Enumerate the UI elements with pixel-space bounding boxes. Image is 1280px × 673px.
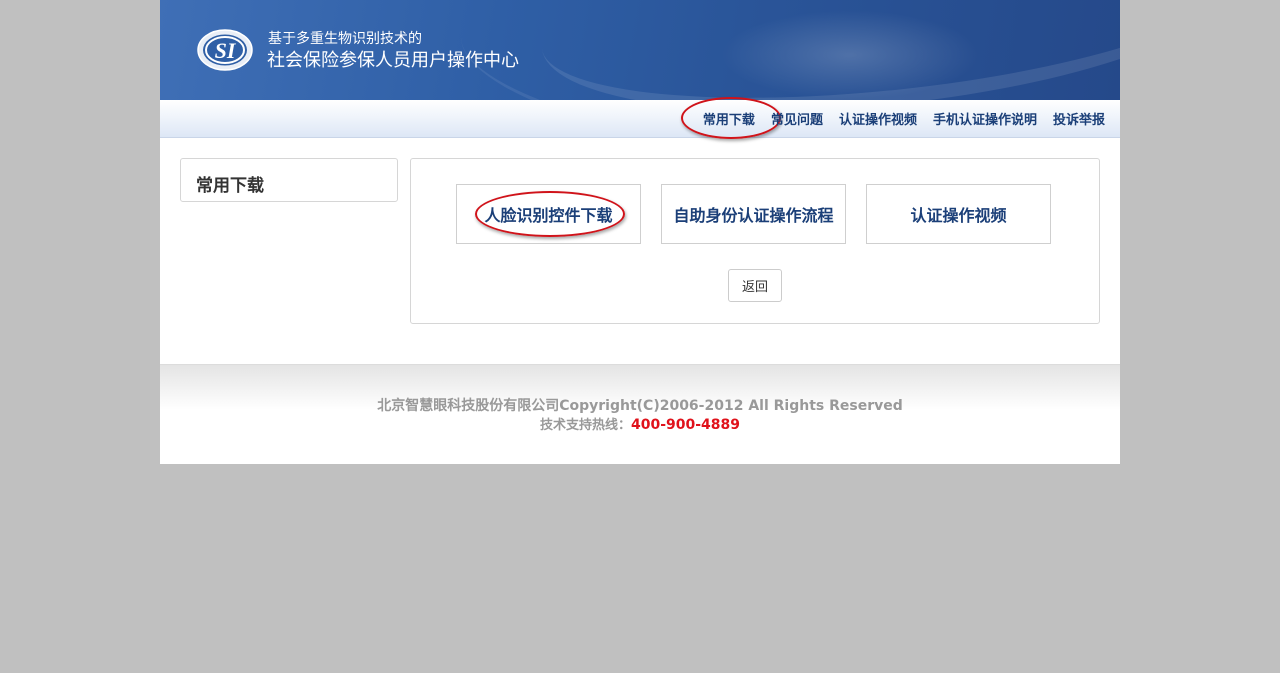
footer: 北京智慧眼科技股份有限公司Copyright(C)2006-2012 All R… xyxy=(160,364,1120,464)
header-banner: SI 基于多重生物识别技术的 社会保险参保人员用户操作中心 xyxy=(160,0,1120,100)
highlight-circle xyxy=(475,191,625,237)
nav-item-video[interactable]: 认证操作视频 xyxy=(831,109,925,128)
support-hotline: 技术支持热线：400-900-4889 xyxy=(160,414,1120,433)
nav-item-faq[interactable]: 常见问题 xyxy=(763,109,831,128)
hotline-number: 400-900-4889 xyxy=(630,417,741,433)
copyright-text: 北京智慧眼科技股份有限公司Copyright(C)2006-2012 All R… xyxy=(377,398,903,414)
auth-video-button[interactable]: 认证操作视频 xyxy=(866,184,1051,244)
header-subtitle: 基于多重生物识别技术的 xyxy=(268,31,422,47)
hotline-label: 技术支持热线： xyxy=(539,418,631,433)
tile-label: 自助身份认证操作流程 xyxy=(673,206,834,225)
main-panel: 人脸识别控件下载 自助身份认证操作流程 认证操作视频 返回 xyxy=(410,158,1100,324)
nav-menu: 常用下载 常见问题 认证操作视频 手机认证操作说明 投诉举报 xyxy=(680,97,1105,139)
sidebar-title-box: 常用下载 xyxy=(180,158,398,202)
nav-item-downloads[interactable]: 常用下载 xyxy=(680,97,781,139)
nav-item-mobile-guide[interactable]: 手机认证操作说明 xyxy=(925,109,1045,128)
header-title: 社会保险参保人员用户操作中心 xyxy=(267,50,519,71)
page-container: SI 基于多重生物识别技术的 社会保险参保人员用户操作中心 常用下载 常见问题 … xyxy=(160,0,1120,464)
nav-item-complaint[interactable]: 投诉举报 xyxy=(1045,109,1105,128)
self-auth-guide-button[interactable]: 自助身份认证操作流程 xyxy=(661,184,846,244)
back-button[interactable]: 返回 xyxy=(728,269,782,302)
tile-label: 认证操作视频 xyxy=(910,206,1007,225)
banner-glow xyxy=(720,10,980,100)
sidebar-title: 常用下载 xyxy=(196,176,264,196)
nav-bar: 常用下载 常见问题 认证操作视频 手机认证操作说明 投诉举报 xyxy=(160,97,1120,139)
logo-text: SI xyxy=(215,38,237,63)
si-logo-icon: SI xyxy=(197,29,253,71)
face-recognition-download-button[interactable]: 人脸识别控件下载 xyxy=(456,184,641,244)
